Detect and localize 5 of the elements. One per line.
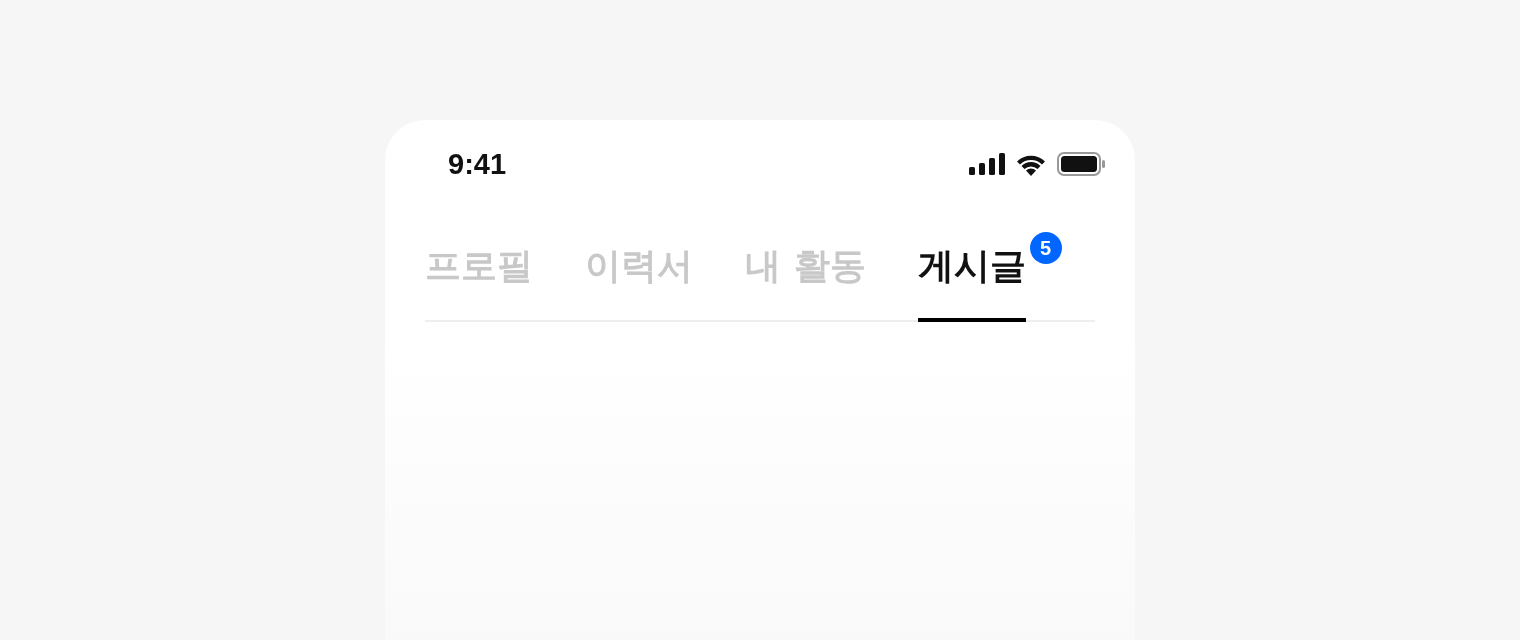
battery-icon <box>1057 152 1105 176</box>
tab[interactable]: 게시글 <box>917 242 1026 322</box>
count-badge: 5 <box>1029 232 1062 264</box>
signal-icon <box>969 153 1005 175</box>
status-time: 9:41 <box>448 147 507 181</box>
